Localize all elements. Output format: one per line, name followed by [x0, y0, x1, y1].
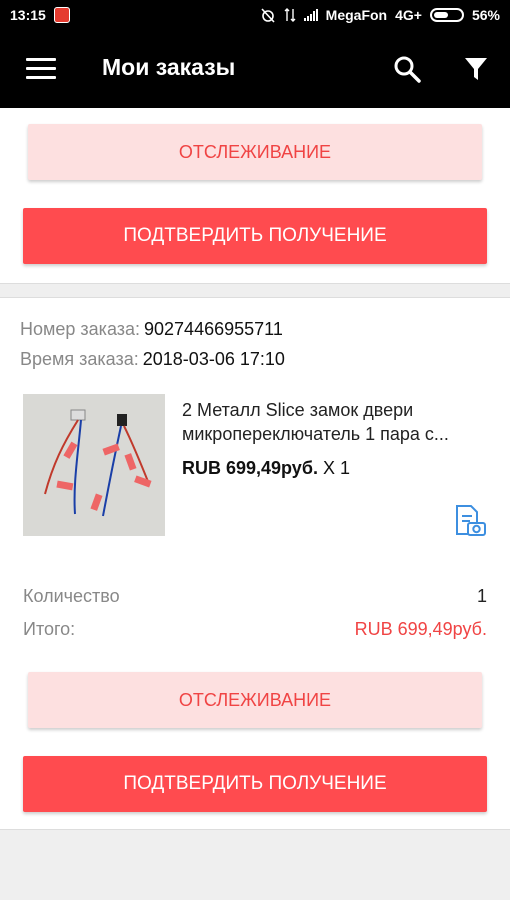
order-number: 90274466955711 [144, 319, 283, 339]
total-row: Итого: RUB 699,49руб. [23, 619, 487, 640]
total-label: Итого: [23, 619, 76, 639]
carrier-name: MegaFon [325, 7, 388, 23]
order-card: Номер заказа: 90274466955711 Время заказа… [0, 297, 510, 830]
alarm-off-icon [261, 8, 275, 23]
product-title-line: 2 Металл Slice замок двери [182, 400, 414, 420]
order-number-row: Номер заказа: 90274466955711 [20, 319, 283, 340]
page-title: Мои заказы [102, 54, 236, 80]
search-icon[interactable] [392, 54, 422, 84]
product-quantity-mark: X 1 [322, 458, 350, 478]
battery-level: 56% [471, 7, 500, 23]
status-bar: 13:15 MegaFon 4G+ 56% [0, 0, 510, 30]
status-time: 13:15 [10, 7, 46, 23]
order-time-row: Время заказа: 2018-03-06 17:10 [20, 349, 285, 370]
order-card: ОТСЛЕЖИВАНИЕ ПОДТВЕРДИТЬ ПОЛУЧЕНИЕ [0, 108, 510, 284]
app-bar: Мои заказы [0, 30, 510, 108]
menu-icon[interactable] [26, 58, 56, 80]
order-time-label: Время заказа: [20, 349, 139, 369]
product-price-row: RUB 699,49руб. X 1 [182, 458, 350, 479]
total-value: RUB 699,49руб. [354, 619, 487, 639]
track-button[interactable]: ОТСЛЕЖИВАНИЕ [28, 672, 482, 728]
quantity-row: Количество 1 [23, 586, 487, 607]
battery-icon [429, 8, 464, 22]
track-button[interactable]: ОТСЛЕЖИВАНИЕ [28, 124, 482, 180]
photo-review-icon[interactable] [453, 504, 487, 538]
confirm-receipt-button[interactable]: ПОДТВЕРДИТЬ ПОЛУЧЕНИЕ [23, 756, 487, 812]
order-time: 2018-03-06 17:10 [142, 349, 285, 369]
confirm-receipt-button[interactable]: ПОДТВЕРДИТЬ ПОЛУЧЕНИЕ [23, 208, 487, 264]
app-notification-icon [53, 7, 70, 23]
product-title-line: микропереключатель 1 пара с... [182, 424, 449, 444]
product-price: RUB 699,49руб. [182, 458, 318, 478]
product-title[interactable]: 2 Металл Slice замок двери микропереключ… [182, 398, 487, 446]
quantity-value: 1 [476, 586, 487, 606]
filter-icon[interactable] [464, 56, 488, 82]
product-image[interactable] [23, 394, 165, 536]
quantity-label: Количество [23, 586, 120, 606]
order-number-label: Номер заказа: [20, 319, 141, 339]
network-type: 4G+ [395, 7, 422, 23]
signal-icon [303, 9, 318, 21]
data-transfer-icon [284, 8, 296, 22]
